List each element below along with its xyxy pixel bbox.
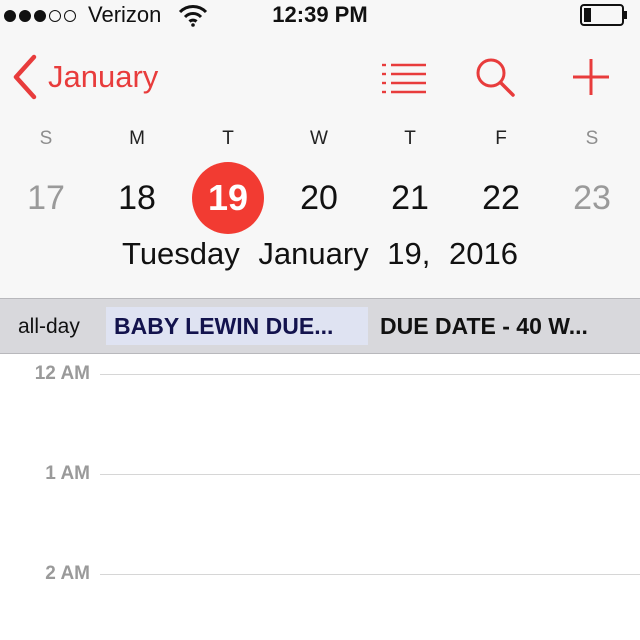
day-timeline[interactable]: 12 AM 1 AM 2 AM xyxy=(0,355,640,640)
weekday-label: S xyxy=(585,128,599,149)
all-day-event[interactable]: DUE DATE - 40 W... xyxy=(372,307,634,345)
search-icon[interactable] xyxy=(474,56,516,98)
all-day-event[interactable]: BABY LEWIN DUE... xyxy=(106,307,368,345)
weekday-label: T xyxy=(222,128,234,149)
add-icon[interactable] xyxy=(570,56,612,98)
weekday-label: M xyxy=(129,128,145,149)
day-cell-selected[interactable]: 19 xyxy=(192,162,264,234)
status-bar: Verizon 12:39 PM xyxy=(0,0,640,32)
weekday-label: T xyxy=(404,128,416,149)
day-cell[interactable]: 17 xyxy=(10,162,82,234)
day-cell[interactable]: 23 xyxy=(556,162,628,234)
all-day-section: all-day BABY LEWIN DUE... DUE DATE - 40 … xyxy=(0,298,640,354)
all-day-label: all-day xyxy=(18,315,80,338)
back-button[interactable]: January xyxy=(10,48,158,106)
battery-icon xyxy=(580,4,627,26)
hour-divider xyxy=(100,474,640,475)
hour-label: 2 AM xyxy=(45,563,90,584)
chevron-left-icon xyxy=(13,54,37,100)
hour-label: 12 AM xyxy=(34,363,90,384)
hour-label: 1 AM xyxy=(45,463,90,484)
status-time: 12:39 PM xyxy=(272,2,368,27)
weekday-label: F xyxy=(495,128,507,149)
day-cell[interactable]: 20 xyxy=(283,162,355,234)
nav-bar: January xyxy=(0,32,640,122)
hour-divider xyxy=(100,374,640,375)
week-header: S M T W T F S 17 18 19 20 21 22 23 Tuesd… xyxy=(0,122,640,298)
list-icon[interactable] xyxy=(380,60,428,96)
day-cell[interactable]: 18 xyxy=(101,162,173,234)
weekday-label: S xyxy=(39,128,53,149)
hour-divider xyxy=(100,574,640,575)
day-cell[interactable]: 21 xyxy=(374,162,446,234)
day-cell[interactable]: 22 xyxy=(465,162,537,234)
selected-date-title: Tuesday January 19, 2016 xyxy=(122,236,518,271)
back-label: January xyxy=(48,59,159,94)
weekday-label: W xyxy=(310,128,328,149)
